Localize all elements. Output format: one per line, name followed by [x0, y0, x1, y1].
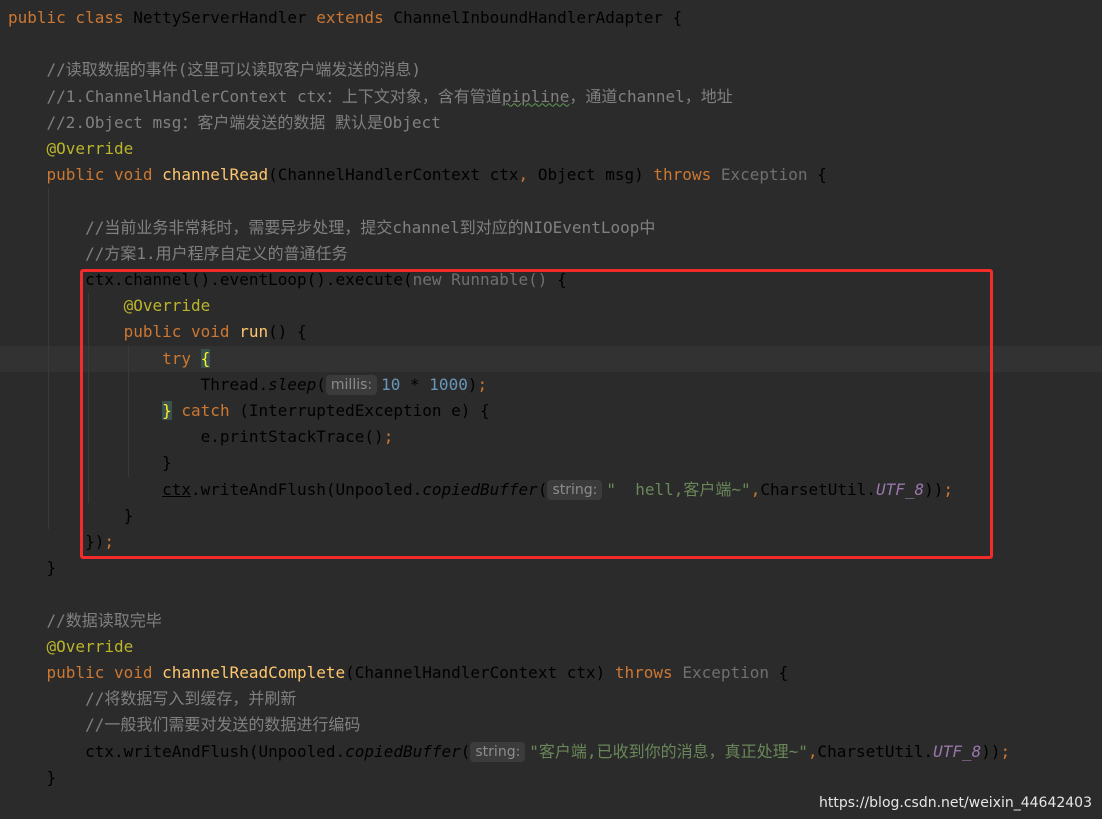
code-token: //2.Object msg：客户端发送的数据 默认是Object — [8, 112, 441, 132]
code-line[interactable] — [0, 581, 1102, 607]
code-line[interactable]: //读取数据的事件(这里可以读取客户端发送的消息) — [0, 57, 1102, 83]
code-token: } — [8, 558, 57, 578]
code-line-content: //一般我们需要对发送的数据进行编码 — [8, 712, 360, 738]
code-token: ChannelInboundHandlerAdapter { — [393, 8, 683, 27]
code-line[interactable]: //2.Object msg：客户端发送的数据 默认是Object — [0, 110, 1102, 136]
code-line[interactable]: } — [0, 555, 1102, 581]
code-token: ( — [460, 741, 471, 761]
code-token: )) — [981, 741, 1001, 761]
code-token: throws — [653, 165, 721, 185]
code-token: (ChannelHandlerContext ctx) — [345, 663, 615, 682]
code-line-content: } — [8, 765, 57, 791]
code-line[interactable]: //将数据写入到缓存，并刷新 — [0, 686, 1102, 712]
code-line[interactable]: @Override — [0, 634, 1102, 660]
code-line-content: @Override — [8, 136, 134, 162]
code-editor[interactable]: public class NettyServerHandler extends … — [0, 0, 1102, 819]
code-line[interactable] — [0, 31, 1102, 57]
code-line[interactable] — [0, 188, 1102, 214]
code-line[interactable]: public void channelRead(ChannelHandlerCo… — [0, 162, 1102, 188]
code-token: } — [8, 767, 57, 787]
code-token: Object msg) — [537, 165, 654, 185]
code-token: NettyServerHandler — [133, 8, 317, 27]
watermark: https://blog.csdn.net/weixin_44642403 — [818, 795, 1092, 811]
code-token: extends — [316, 8, 394, 27]
code-token: channelRead — [162, 165, 269, 185]
code-line[interactable]: //一般我们需要对发送的数据进行编码 — [0, 712, 1102, 738]
code-line-content: public void channelRead(ChannelHandlerCo… — [8, 162, 827, 188]
code-line-content: @Override — [8, 634, 134, 660]
code-token: @Override — [46, 636, 134, 656]
code-line-content: public class NettyServerHandler extends … — [8, 5, 682, 31]
code-token: , — [518, 165, 538, 185]
code-line-content: //将数据写入到缓存，并刷新 — [8, 686, 296, 712]
code-line[interactable]: public class NettyServerHandler extends … — [0, 5, 1102, 31]
code-token: copiedBuffer — [345, 741, 461, 761]
code-token: //将数据写入到缓存，并刷新 — [8, 689, 297, 709]
code-token: "客户端,已收到你的消息，真正处理~" — [529, 741, 808, 761]
code-line-content: public void channelReadComplete(ChannelH… — [8, 660, 789, 686]
code-line[interactable]: //1.ChannelHandlerContext ctx：上下文对象，含有管道… — [0, 84, 1102, 110]
code-token: //1.ChannelHandlerContext ctx：上下文对象，含有管道 — [8, 86, 502, 106]
code-token: channelReadComplete — [162, 663, 346, 682]
code-line-content: } — [8, 555, 57, 581]
code-line[interactable]: @Override — [0, 136, 1102, 162]
code-token: public void — [46, 663, 163, 682]
code-token: { — [807, 165, 827, 185]
code-token: @Override — [46, 139, 134, 158]
code-token: throws — [614, 663, 683, 682]
code-line[interactable]: //方案1.用户程序自定义的普通任务 — [0, 241, 1102, 267]
code-line-content: //读取数据的事件(这里可以读取客户端发送的消息) — [8, 57, 422, 83]
code-token: //一般我们需要对发送的数据进行编码 — [8, 715, 361, 735]
code-token: public void — [46, 165, 163, 185]
code-line[interactable]: public void channelReadComplete(ChannelH… — [0, 660, 1102, 686]
code-line[interactable]: ctx.writeAndFlush(Unpooled.copiedBuffer(… — [0, 739, 1102, 765]
code-line-content: //当前业务非常耗时，需要异步处理，提交channel到对应的NIOEventL… — [8, 215, 655, 241]
code-token: Exception — [720, 165, 808, 185]
code-line[interactable]: //当前业务非常耗时，需要异步处理，提交channel到对应的NIOEventL… — [0, 215, 1102, 241]
code-line[interactable]: } — [0, 765, 1102, 791]
code-token: CharsetUtil. — [817, 741, 934, 761]
red-highlight-box — [80, 269, 993, 559]
code-line-content: //方案1.用户程序自定义的普通任务 — [8, 241, 348, 267]
code-token: //读取数据的事件(这里可以读取客户端发送的消息) — [8, 60, 422, 80]
code-line[interactable]: //数据读取完毕 — [0, 608, 1102, 634]
code-token: pipline — [501, 86, 570, 106]
code-token: ，通道channel，地址 — [569, 86, 733, 106]
code-token: Exception — [682, 663, 770, 682]
code-token: (ChannelHandlerContext ctx — [268, 165, 519, 185]
code-line-content: //2.Object msg：客户端发送的数据 默认是Object — [8, 110, 441, 136]
indent-guide — [48, 188, 49, 529]
code-token: //方案1.用户程序自定义的普通任务 — [8, 243, 348, 263]
code-token: { — [769, 663, 789, 682]
code-token: ; — [1000, 741, 1011, 761]
parameter-hint: string: — [470, 741, 526, 762]
code-line-content: //数据读取完毕 — [8, 608, 162, 634]
code-token: ctx.writeAndFlush(Unpooled. — [8, 741, 346, 761]
code-line-content: ctx.writeAndFlush(Unpooled.copiedBuffer(… — [8, 739, 1010, 765]
code-token: //数据读取完毕 — [8, 610, 162, 630]
code-token: public class — [8, 8, 134, 27]
code-token: //当前业务非常耗时，需要异步处理，提交channel到对应的NIOEventL… — [8, 217, 656, 237]
code-line-content: //1.ChannelHandlerContext ctx：上下文对象，含有管道… — [8, 84, 733, 110]
code-token: UTF_8 — [933, 741, 982, 761]
